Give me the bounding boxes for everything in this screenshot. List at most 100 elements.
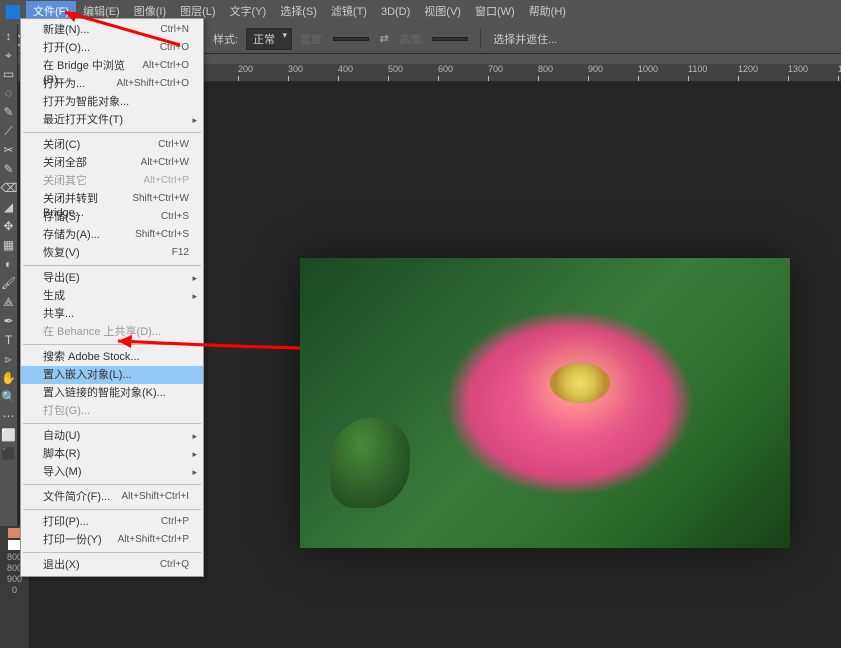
menu-item-label: 打开(O)...: [43, 41, 90, 55]
menu-item-5[interactable]: 选择(S): [273, 1, 324, 23]
tool-15[interactable]: ✒: [1, 313, 17, 329]
file-menu-item-2[interactable]: 在 Bridge 中浏览(B)...Alt+Ctrl+O: [21, 57, 203, 75]
ruler-tick: 900: [588, 64, 603, 74]
tool-19[interactable]: 🔍: [1, 389, 17, 405]
tool-16[interactable]: T: [1, 332, 17, 348]
file-menu-item-21[interactable]: 置入嵌入对象(L)...: [21, 366, 203, 384]
menu-item-label: 关闭并转到 Bridge...: [43, 192, 132, 206]
menu-item-shortcut: F12: [172, 246, 189, 260]
menu-item-shortcut: Ctrl+P: [161, 515, 189, 529]
tool-20[interactable]: ⋯: [1, 408, 17, 424]
tool-9[interactable]: ◢: [1, 199, 17, 215]
menu-item-shortcut: Ctrl+N: [160, 23, 189, 37]
tool-1[interactable]: ⌖: [1, 47, 17, 63]
document-image[interactable]: [300, 258, 790, 548]
file-menu-item-34[interactable]: 退出(X) Ctrl+Q: [21, 556, 203, 574]
menu-item-label: 关闭全部: [43, 156, 87, 170]
menu-item-7[interactable]: 3D(D): [374, 1, 417, 23]
tool-8[interactable]: ⌫: [1, 180, 17, 196]
file-menu-item-1[interactable]: 打开(O)...Ctrl+O: [21, 39, 203, 57]
menu-item-8[interactable]: 视图(V): [417, 1, 468, 23]
menu-item-4[interactable]: 文字(Y): [223, 1, 274, 23]
tool-5[interactable]: ⟋: [1, 123, 17, 139]
file-menu-item-4[interactable]: 打开为智能对象...: [21, 93, 203, 111]
ruler-tick: 600: [438, 64, 453, 74]
menu-item-label: 打印一份(Y): [43, 533, 102, 547]
menu-item-label: 脚本(R): [43, 447, 80, 461]
file-menu-item-15[interactable]: 导出(E): [21, 269, 203, 287]
file-menu-item-22[interactable]: 置入链接的智能对象(K)...: [21, 384, 203, 402]
tool-4[interactable]: ✎: [1, 104, 17, 120]
tool-12[interactable]: ◐: [1, 256, 17, 272]
menu-item-shortcut: Shift+Ctrl+S: [135, 228, 189, 242]
menu-item-shortcut: Ctrl+Q: [160, 558, 189, 572]
file-menu-item-20[interactable]: 搜索 Adobe Stock...: [21, 348, 203, 366]
ruler-tick: 1100: [688, 64, 707, 74]
file-menu-item-10[interactable]: 关闭并转到 Bridge...Shift+Ctrl+W: [21, 190, 203, 208]
file-menu-item-3[interactable]: 打开为...Alt+Shift+Ctrl+O: [21, 75, 203, 93]
width-field: [333, 37, 369, 41]
file-menu-item-29[interactable]: 文件简介(F)...Alt+Shift+Ctrl+I: [21, 488, 203, 506]
ruler-tick: 300: [288, 64, 303, 74]
menu-item-9[interactable]: 窗口(W): [468, 1, 522, 23]
menu-separator: [23, 509, 201, 510]
ruler-tick: 1000: [638, 64, 658, 74]
w-label: 宽度:: [300, 31, 325, 47]
tool-3[interactable]: ◌: [1, 85, 17, 101]
file-menu-item-8[interactable]: 关闭全部Alt+Ctrl+W: [21, 154, 203, 172]
tool-13[interactable]: 🖌: [1, 275, 17, 291]
menu-item-label: 退出(X): [43, 558, 80, 572]
menu-item-label: 打开为...: [43, 77, 85, 91]
tool-18[interactable]: ✋: [1, 370, 17, 386]
file-menu-item-26[interactable]: 脚本(R): [21, 445, 203, 463]
file-menu-item-23: 打包(G)...: [21, 402, 203, 420]
h-label: 高度:: [399, 31, 424, 47]
menu-separator: [23, 344, 201, 345]
tool-14[interactable]: ⟁: [1, 294, 17, 310]
tool-21[interactable]: ⬜: [1, 427, 17, 443]
style-dropdown[interactable]: 正常: [246, 28, 292, 50]
tool-0[interactable]: ↕: [1, 28, 17, 44]
file-menu-item-11[interactable]: 存储(S)Ctrl+S: [21, 208, 203, 226]
file-menu-item-12[interactable]: 存储为(A)...Shift+Ctrl+S: [21, 226, 203, 244]
menu-item-6[interactable]: 滤镜(T): [324, 1, 374, 23]
tool-2[interactable]: ▭: [1, 66, 17, 82]
menu-item-shortcut: Alt+Ctrl+P: [143, 174, 189, 188]
file-menu-item-0[interactable]: 新建(N)...Ctrl+N: [21, 21, 203, 39]
ruler-tick: 200: [238, 64, 253, 74]
file-menu-item-5[interactable]: 最近打开文件(T): [21, 111, 203, 129]
menu-item-shortcut: Shift+Ctrl+W: [132, 192, 189, 206]
tool-7[interactable]: ✎: [1, 161, 17, 177]
file-menu-item-17[interactable]: 共享...: [21, 305, 203, 323]
tool-17[interactable]: ▹: [1, 351, 17, 367]
file-menu-item-27[interactable]: 导入(M): [21, 463, 203, 481]
file-menu-item-7[interactable]: 关闭(C)Ctrl+W: [21, 136, 203, 154]
tool-6[interactable]: ✂: [1, 142, 17, 158]
tool-10[interactable]: ✥: [1, 218, 17, 234]
menu-item-shortcut: Ctrl+W: [158, 138, 189, 152]
menu-item-label: 自动(U): [43, 429, 80, 443]
link-wh-icon[interactable]: ⇄: [377, 32, 391, 45]
menu-item-label: 打包(G)...: [43, 404, 90, 418]
menu-item-10[interactable]: 帮助(H): [522, 1, 573, 23]
file-menu-item-32[interactable]: 打印一份(Y)Alt+Shift+Ctrl+P: [21, 531, 203, 549]
menu-item-label: 打开为智能对象...: [43, 95, 129, 109]
menu-item-label: 导入(M): [43, 465, 82, 479]
menu-item-label: 打印(P)...: [43, 515, 89, 529]
file-menu-item-16[interactable]: 生成: [21, 287, 203, 305]
menu-separator: [23, 552, 201, 553]
menu-separator: [23, 132, 201, 133]
tool-11[interactable]: ▦: [1, 237, 17, 253]
tool-22[interactable]: ⬛: [1, 446, 17, 462]
menu-item-label: 置入链接的智能对象(K)...: [43, 386, 166, 400]
ruler-tick: 800: [538, 64, 553, 74]
file-menu-item-13[interactable]: 恢复(V)F12: [21, 244, 203, 262]
style-label: 样式:: [213, 31, 238, 47]
select-and-mask-button[interactable]: 选择并遮住...: [493, 31, 557, 47]
menu-item-shortcut: Alt+Shift+Ctrl+I: [121, 490, 189, 504]
file-menu-item-25[interactable]: 自动(U): [21, 427, 203, 445]
file-menu-item-31[interactable]: 打印(P)... Ctrl+P: [21, 513, 203, 531]
menu-item-label: 导出(E): [43, 271, 80, 285]
ruler-tick: 1200: [738, 64, 758, 74]
menu-item-label: 共享...: [43, 307, 74, 321]
